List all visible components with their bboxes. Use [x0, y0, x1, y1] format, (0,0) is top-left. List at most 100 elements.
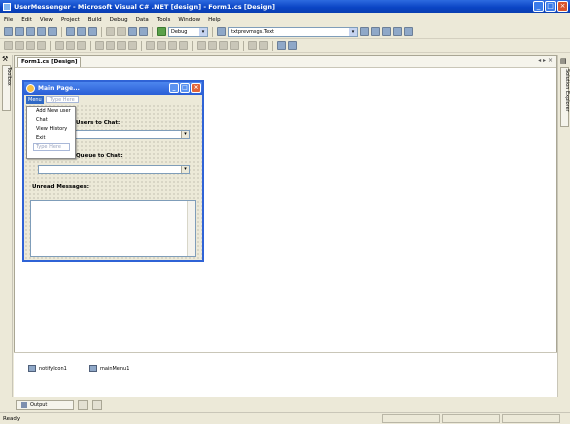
maximize-button[interactable]: □ [545, 1, 556, 12]
same-width-icon[interactable] [95, 41, 104, 50]
paste-icon[interactable] [88, 27, 97, 36]
tray-item-notifyicon[interactable]: notifyIcon1 [28, 365, 67, 372]
menu-item-add-new-user[interactable]: Add New user [27, 107, 75, 116]
bring-to-front-icon[interactable] [277, 41, 286, 50]
form-menu-strip: Menu Type Here [24, 95, 202, 104]
object-browser-icon[interactable] [382, 27, 391, 36]
navigate-forward-icon[interactable] [139, 27, 148, 36]
start-icon[interactable] [157, 27, 166, 36]
add-item-icon[interactable] [15, 27, 24, 36]
align-center-icon[interactable] [26, 41, 35, 50]
menu-debug[interactable]: Debug [110, 17, 128, 23]
toolbox-strip: ⚒ Toolbox [0, 55, 13, 397]
form-menu-top-item[interactable]: Menu [26, 95, 44, 104]
align-top-icon[interactable] [55, 41, 64, 50]
form-close-button[interactable]: × [191, 83, 201, 93]
redo-icon[interactable] [117, 27, 126, 36]
solution-explorer-tab-label: Solution Explorer [564, 69, 570, 112]
align-bottom-icon[interactable] [77, 41, 86, 50]
form-title-bar[interactable]: Main Page... _ □ × [24, 82, 202, 95]
toolbar-separator [101, 26, 102, 37]
vspace-remove-icon[interactable] [230, 41, 239, 50]
vspace-increase-icon[interactable] [208, 41, 217, 50]
size-to-grid-icon[interactable] [128, 41, 137, 50]
chevron-down-icon[interactable]: ▾ [181, 131, 189, 138]
menu-edit[interactable]: Edit [21, 17, 32, 23]
vspace-equal-icon[interactable] [197, 41, 206, 50]
toolbox-icon[interactable]: ⚒ [2, 55, 8, 63]
textbox-scrollbar[interactable] [187, 201, 195, 256]
queue-to-chat-label[interactable]: Queue to Chat: [76, 153, 123, 159]
task-list-icon[interactable] [78, 399, 88, 410]
align-middle-icon[interactable] [66, 41, 75, 50]
same-height-icon[interactable] [106, 41, 115, 50]
form-minimize-button[interactable]: _ [169, 83, 179, 93]
open-file-icon[interactable] [26, 27, 35, 36]
form-maximize-button[interactable]: □ [180, 83, 190, 93]
center-vertical-icon[interactable] [259, 41, 268, 50]
chevron-down-icon[interactable]: ▾ [349, 27, 357, 36]
document-tab-controls[interactable]: ◂ ▸ × [538, 57, 553, 64]
menu-item-exit[interactable]: Exit [27, 134, 75, 143]
tab-output[interactable]: Output [16, 399, 74, 410]
align-grid-icon[interactable] [4, 41, 13, 50]
save-all-icon[interactable] [48, 27, 57, 36]
output-tab-bar: Output [0, 397, 570, 412]
undo-icon[interactable] [106, 27, 115, 36]
close-button[interactable]: × [557, 1, 568, 12]
menu-dropdown: Add New user Chat View History Exit Type… [26, 106, 76, 159]
navigate-back-icon[interactable] [128, 27, 137, 36]
vspace-decrease-icon[interactable] [219, 41, 228, 50]
unread-messages-textbox[interactable] [30, 200, 196, 257]
menu-data[interactable]: Data [136, 17, 149, 23]
queue-combobox[interactable]: ▾ [38, 165, 190, 174]
solution-explorer-icon[interactable]: ▤ [560, 57, 567, 65]
tray-item-mainmenu[interactable]: mainMenu1 [89, 365, 129, 372]
same-size-icon[interactable] [117, 41, 126, 50]
new-project-icon[interactable] [4, 27, 13, 36]
cut-icon[interactable] [66, 27, 75, 36]
minimize-button[interactable]: _ [533, 1, 544, 12]
main-menu-icon [89, 365, 97, 372]
menu-tools[interactable]: Tools [157, 17, 171, 23]
find-combo[interactable]: txtprevmsgs.Text ▾ [228, 26, 358, 37]
align-left-icon[interactable] [15, 41, 24, 50]
align-right-icon[interactable] [37, 41, 46, 50]
form-title: Main Page... [38, 85, 80, 92]
hspace-decrease-icon[interactable] [168, 41, 177, 50]
find-icon[interactable] [217, 27, 226, 36]
notify-icon-icon [28, 365, 36, 372]
save-icon[interactable] [37, 27, 46, 36]
chevron-down-icon[interactable]: ▾ [199, 27, 207, 36]
solution-config-combo[interactable]: Debug ▾ [168, 26, 208, 37]
hspace-equal-icon[interactable] [146, 41, 155, 50]
solution-explorer-icon[interactable] [360, 27, 369, 36]
users-to-chat-label[interactable]: Users to Chat: [76, 120, 120, 126]
properties-icon[interactable] [371, 27, 380, 36]
toolbar-separator [90, 40, 91, 51]
menu-build[interactable]: Build [88, 17, 102, 23]
menu-project[interactable]: Project [61, 17, 80, 23]
copy-icon[interactable] [77, 27, 86, 36]
menu-item-view-history[interactable]: View History [27, 125, 75, 134]
hspace-increase-icon[interactable] [157, 41, 166, 50]
class-view-icon[interactable] [404, 27, 413, 36]
menu-type-here[interactable]: Type Here [45, 96, 79, 103]
toolbox-tab[interactable]: Toolbox [2, 65, 12, 111]
menu-item-chat[interactable]: Chat [27, 116, 75, 125]
command-window-icon[interactable] [92, 399, 102, 410]
center-horizontal-icon[interactable] [248, 41, 257, 50]
chevron-down-icon[interactable]: ▾ [181, 166, 189, 173]
unread-messages-label[interactable]: Unread Messages: [32, 184, 89, 190]
menu-window[interactable]: Window [178, 17, 200, 23]
toolbox-icon[interactable] [393, 27, 402, 36]
solution-explorer-tab[interactable]: Solution Explorer [560, 67, 570, 127]
menu-file[interactable]: File [4, 17, 13, 23]
hspace-remove-icon[interactable] [179, 41, 188, 50]
toolbar-separator [141, 40, 142, 51]
tab-form1-design[interactable]: Form1.cs [Design] [17, 57, 82, 67]
menu-item-type-here[interactable]: Type Here [27, 143, 75, 152]
menu-view[interactable]: View [40, 17, 53, 23]
menu-help[interactable]: Help [208, 17, 221, 23]
send-to-back-icon[interactable] [288, 41, 297, 50]
